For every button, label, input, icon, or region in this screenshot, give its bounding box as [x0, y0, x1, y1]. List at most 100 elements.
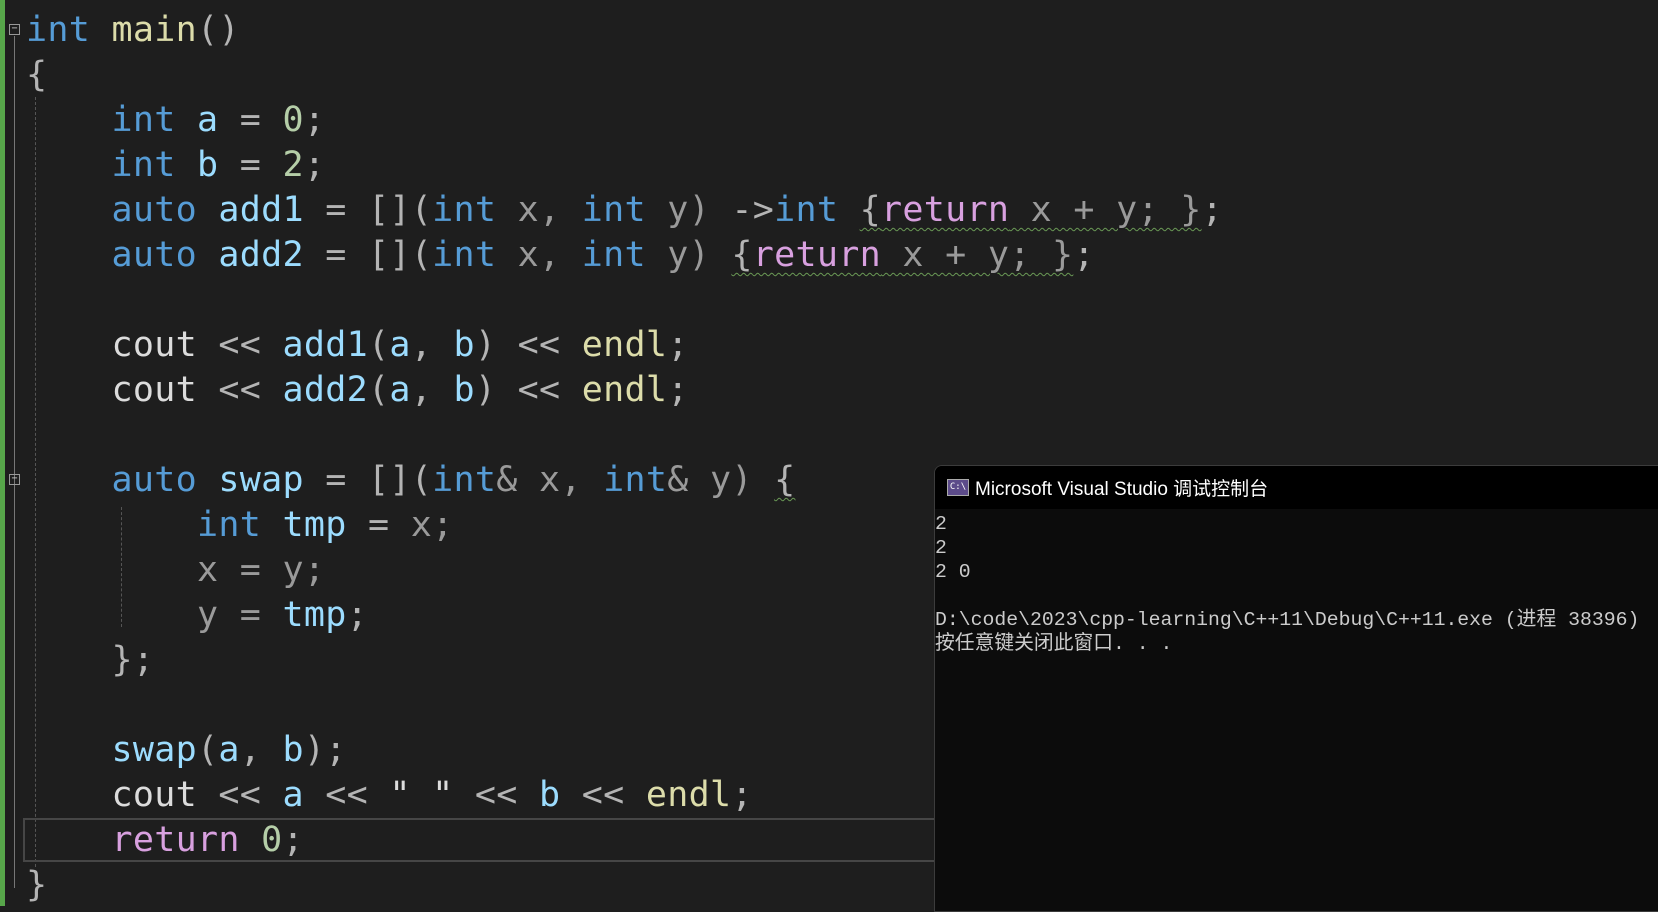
- code-line[interactable]: auto add1 = [](int x, int y) ->int {retu…: [26, 188, 1223, 233]
- code-line[interactable]: }: [26, 863, 47, 908]
- code-token: a: [282, 775, 304, 815]
- code-token: ) <<: [474, 325, 582, 365]
- code-token: auto: [111, 460, 197, 500]
- console-title-bar[interactable]: C:\ Microsoft Visual Studio 调试控制台: [935, 466, 1658, 509]
- code-line[interactable]: return 0;: [26, 818, 304, 863]
- debug-console-window[interactable]: C:\ Microsoft Visual Studio 调试控制台 222 0D…: [934, 465, 1658, 912]
- code-token: (: [368, 370, 390, 410]
- code-line[interactable]: int a = 0;: [26, 98, 325, 143]
- code-token: y): [645, 190, 732, 230]
- code-line[interactable]: cout << add2(a, b) << endl;: [26, 368, 689, 413]
- code-token: <<: [197, 775, 283, 815]
- code-token: b: [197, 145, 219, 185]
- code-token: y): [645, 235, 732, 275]
- code-token: endl: [581, 370, 668, 410]
- code-token: x,: [496, 235, 582, 275]
- code-token: int: [581, 190, 646, 230]
- collapse-main-icon[interactable]: −: [9, 24, 20, 35]
- code-token: b: [539, 775, 561, 815]
- code-token: {: [26, 55, 48, 95]
- code-token: =: [346, 505, 411, 545]
- code-token: ;: [1073, 235, 1095, 275]
- code-token: x + y; }: [1009, 190, 1202, 230]
- code-token: x,: [496, 190, 582, 230]
- code-token: swap: [111, 730, 197, 770]
- code-token: ,: [410, 370, 454, 410]
- code-token: " ": [389, 775, 454, 815]
- code-token: b: [453, 325, 475, 365]
- code-token: return: [880, 190, 1010, 230]
- code-line[interactable]: {: [26, 53, 47, 98]
- code-token: = [](: [303, 460, 433, 500]
- code-token: <<: [453, 775, 539, 815]
- collapse-lambda-icon[interactable]: −: [9, 474, 20, 485]
- code-token: <<: [197, 370, 283, 410]
- code-token: <<: [303, 775, 390, 815]
- console-line: 2: [935, 513, 947, 535]
- code-line[interactable]: int main(): [26, 8, 240, 53]
- code-line[interactable]: auto add2 = [](int x, int y) {return x +…: [26, 233, 1095, 278]
- code-token: int: [196, 505, 262, 545]
- code-token: ,: [239, 730, 283, 770]
- console-line: 2 0: [935, 561, 971, 583]
- code-token: ;: [346, 595, 368, 635]
- code-line[interactable]: int b = 2;: [26, 143, 325, 188]
- console-line: 2: [935, 537, 947, 559]
- code-token: int: [581, 235, 646, 275]
- code-token: endl: [645, 775, 732, 815]
- code-token: b: [282, 730, 304, 770]
- code-token: };: [111, 640, 155, 680]
- code-token: = [](: [303, 190, 433, 230]
- code-token: ;: [667, 370, 689, 410]
- code-token: = [](: [303, 235, 433, 275]
- code-token: ;: [303, 100, 326, 140]
- code-line[interactable]: int tmp = x;: [26, 503, 453, 548]
- code-token: ;: [731, 775, 753, 815]
- code-line[interactable]: swap(a, b);: [26, 728, 347, 773]
- code-line[interactable]: auto swap = [](int& x, int& y) {: [26, 458, 796, 503]
- code-token: auto: [111, 190, 197, 230]
- code-token: int: [432, 460, 497, 500]
- code-token: (: [197, 730, 219, 770]
- code-token: int: [432, 235, 497, 275]
- code-line[interactable]: };: [26, 638, 154, 683]
- code-token: 0: [261, 820, 283, 860]
- change-tracking-bar: [0, 0, 5, 906]
- code-token: x + y; }: [880, 235, 1074, 275]
- code-token: swap: [218, 460, 304, 500]
- code-token: ;: [1201, 190, 1223, 230]
- code-token: (: [368, 325, 390, 365]
- code-token: =: [218, 100, 283, 140]
- code-token: x;: [410, 505, 454, 545]
- code-token: tmp: [282, 505, 347, 545]
- code-token: (): [197, 10, 240, 50]
- console-line: 按任意键关闭此窗口. . .: [935, 633, 1173, 655]
- code-line[interactable]: y = tmp;: [26, 593, 368, 638]
- code-token: <<: [197, 325, 283, 365]
- code-line[interactable]: x = y;: [26, 548, 325, 593]
- code-line[interactable]: cout << add1(a, b) << endl;: [26, 323, 689, 368]
- code-token: int: [774, 190, 839, 230]
- code-token: 2: [282, 145, 304, 185]
- console-line: D:\code\2023\cpp-learning\C++11\Debug\C+…: [935, 609, 1640, 631]
- code-line[interactable]: cout << a << " " << b << endl;: [26, 773, 753, 818]
